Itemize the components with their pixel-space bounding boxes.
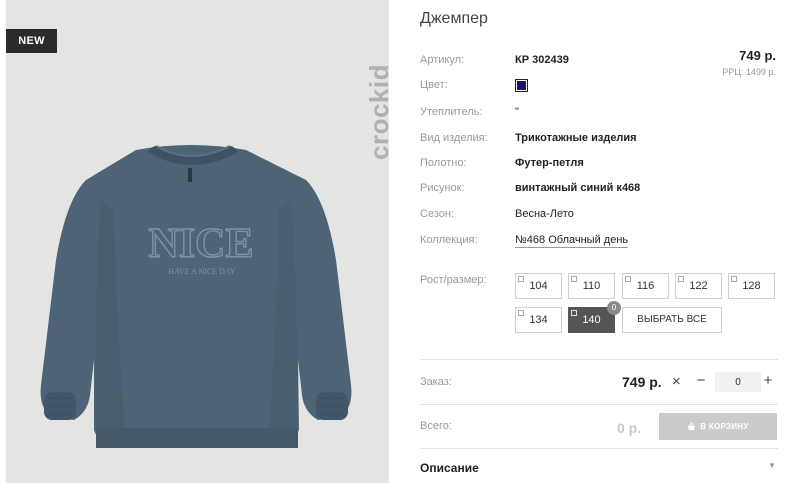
print-title: NICE bbox=[148, 221, 253, 267]
cart-button-label: В КОРЗИНУ bbox=[700, 422, 749, 431]
collection-link[interactable]: №468 Облачный день bbox=[515, 234, 629, 248]
divider bbox=[420, 404, 778, 405]
divider bbox=[420, 448, 778, 449]
product-info: Джемпер 749 р. РРЦ: 1499 р. Артикул: КР … bbox=[420, 0, 780, 483]
attr-label-color: Цвет: bbox=[420, 79, 448, 91]
attr-label-season: Сезон: bbox=[420, 208, 454, 220]
attr-label-pattern: Рисунок: bbox=[420, 182, 465, 194]
add-to-cart-button[interactable]: В КОРЗИНУ bbox=[659, 413, 777, 440]
print-subtitle: HAVE A NICE DAY bbox=[168, 267, 236, 276]
recommended-price: РРЦ: 1499 р. bbox=[722, 67, 776, 77]
product-title: Джемпер bbox=[420, 10, 488, 27]
size-option-128[interactable]: 128 bbox=[728, 273, 775, 299]
chevron-down-icon[interactable]: ▼ bbox=[768, 461, 776, 470]
new-badge: NEW bbox=[6, 29, 57, 53]
quantity-input[interactable] bbox=[715, 372, 761, 392]
brand-name: crockid bbox=[364, 64, 389, 160]
selected-count-badge: 0 bbox=[607, 301, 621, 315]
brand-logo: crockid bbox=[340, 20, 389, 160]
times-icon: × bbox=[672, 373, 681, 390]
attr-value-fabric: Футер-петля bbox=[515, 157, 584, 169]
order-label: Заказ: bbox=[420, 376, 452, 388]
size-label: Рост/размер: bbox=[420, 274, 487, 286]
basket-icon bbox=[688, 422, 696, 431]
attr-value-item-type: Трикотажные изделия bbox=[515, 132, 637, 144]
sweater-image: NICE HAVE A NICE DAY bbox=[40, 145, 352, 448]
quantity-decrease-button[interactable]: − bbox=[695, 372, 707, 389]
attr-value-insulation: " bbox=[515, 106, 519, 118]
quantity-increase-button[interactable]: + bbox=[762, 372, 774, 389]
attr-label-item-type: Вид изделия: bbox=[420, 132, 488, 144]
attr-label-insulation: Утеплитель: bbox=[420, 106, 483, 118]
size-option-110[interactable]: 110 bbox=[568, 273, 615, 299]
attr-value-season: Весна-Лето bbox=[515, 208, 574, 220]
product-price: 749 р. bbox=[739, 48, 776, 63]
size-option-122[interactable]: 122 bbox=[675, 273, 722, 299]
size-option-104[interactable]: 104 bbox=[515, 273, 562, 299]
description-title[interactable]: Описание bbox=[420, 461, 479, 475]
size-option-134[interactable]: 134 bbox=[515, 307, 562, 333]
size-option-116[interactable]: 116 bbox=[622, 273, 669, 299]
select-all-button[interactable]: ВЫБРАТЬ ВСЕ bbox=[622, 307, 722, 333]
attr-label-article: Артикул: bbox=[420, 54, 465, 66]
attr-value-article: КР 302439 bbox=[515, 54, 569, 66]
attr-label-collection: Коллекция: bbox=[420, 234, 478, 246]
color-swatch[interactable] bbox=[515, 79, 528, 92]
order-price: 749 р. bbox=[622, 374, 662, 390]
total-price: 0 р. bbox=[617, 420, 642, 436]
divider bbox=[420, 359, 778, 360]
attr-label-fabric: Полотно: bbox=[420, 157, 467, 169]
product-photo[interactable]: NICE HAVE A NICE DAY NEW crockid bbox=[6, 0, 389, 483]
attr-value-pattern: винтажный синий к468 bbox=[515, 182, 641, 194]
total-label: Всего: bbox=[420, 420, 452, 432]
